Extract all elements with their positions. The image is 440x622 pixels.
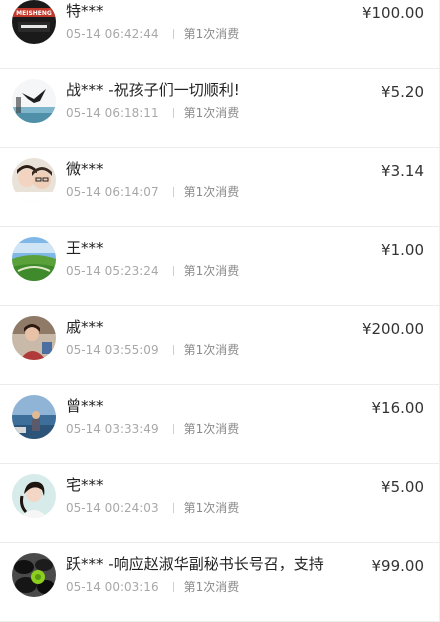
record-time: 05-14 06:14:07: [66, 185, 159, 199]
couple-photo-avatar: [12, 158, 56, 202]
grassland-avatar: [12, 237, 56, 281]
eagle-ink-avatar: [12, 79, 56, 123]
meta-divider: [172, 503, 174, 513]
donation-amount: ¥16.00: [371, 399, 425, 417]
meta-divider: [172, 266, 174, 276]
meta-divider: [172, 582, 174, 592]
record-meta: 05-14 05:23:24 第1次消费: [66, 263, 239, 279]
donor-name-line: 微***: [66, 159, 346, 179]
meta-divider: [172, 29, 174, 39]
donor-message: -祝孩子们一切顺利!: [108, 81, 240, 99]
purchase-count: 第1次消费: [183, 422, 240, 436]
record-row[interactable]: 微*** 05-14 06:14:07 第1次消费 ¥3.14: [0, 148, 439, 227]
record-row[interactable]: MEISHENG 特*** 05-14 06:42:44 第1次消费 ¥100.0…: [0, 0, 439, 69]
donation-amount: ¥1.00: [381, 241, 424, 259]
stones-flower-avatar: [12, 553, 56, 597]
record-meta: 05-14 06:18:11 第1次消费: [66, 105, 239, 121]
record-meta: 05-14 03:55:09 第1次消费: [66, 342, 239, 358]
girl-portrait-avatar: [12, 474, 56, 518]
donor-name: 微***: [66, 160, 104, 178]
record-time: 05-14 06:42:44: [66, 27, 159, 41]
donor-name-line: 宅***: [66, 475, 346, 495]
purchase-count: 第1次消费: [183, 185, 240, 199]
record-row[interactable]: 宅*** 05-14 00:24:03 第1次消费 ¥5.00: [0, 464, 439, 543]
purchase-count: 第1次消费: [183, 343, 240, 357]
donor-name-line: 曾***: [66, 396, 346, 416]
donation-amount: ¥200.00: [361, 320, 424, 338]
record-time: 05-14 03:33:49: [66, 422, 159, 436]
woman-portrait-avatar: [12, 316, 56, 360]
donor-name: 戚***: [66, 318, 104, 336]
purchase-count: 第1次消费: [183, 580, 240, 594]
record-time: 05-14 06:18:11: [66, 106, 159, 120]
donor-name-line: 跃*** -响应赵淑华副秘书长号召，支持: [66, 554, 346, 574]
brand-logo-avatar: MEISHENG: [12, 0, 56, 44]
record-meta: 05-14 03:33:49 第1次消费: [66, 421, 239, 437]
donation-amount: ¥99.00: [371, 557, 425, 575]
donation-amount: ¥100.00: [361, 4, 424, 22]
record-row[interactable]: 跃*** -响应赵淑华副秘书长号召，支持 05-14 00:03:16 第1次消费…: [0, 543, 439, 622]
meta-divider: [172, 187, 174, 197]
donor-name: 王***: [66, 239, 104, 257]
purchase-count: 第1次消费: [183, 501, 240, 515]
meta-divider: [172, 345, 174, 355]
donor-name-line: 战*** -祝孩子们一切顺利!: [66, 80, 346, 100]
donor-name-line: 特***: [66, 1, 346, 21]
purchase-count: 第1次消费: [183, 106, 240, 120]
donor-name: 特***: [66, 2, 104, 20]
donor-name-line: 戚***: [66, 317, 346, 337]
donation-record-list: MEISHENG 特*** 05-14 06:42:44 第1次消费 ¥100.0…: [0, 0, 440, 622]
record-meta: 05-14 06:14:07 第1次消费: [66, 184, 239, 200]
donation-amount: ¥5.20: [381, 83, 424, 101]
record-time: 05-14 03:55:09: [66, 343, 159, 357]
record-row[interactable]: 戚*** 05-14 03:55:09 第1次消费 ¥200.00: [0, 306, 439, 385]
meta-divider: [172, 424, 174, 434]
record-meta: 05-14 00:24:03 第1次消费: [66, 500, 239, 516]
donor-name-line: 王***: [66, 238, 346, 258]
record-time: 05-14 00:24:03: [66, 501, 159, 515]
meta-divider: [172, 108, 174, 118]
seaside-person-avatar: [12, 395, 56, 439]
record-meta: 05-14 00:03:16 第1次消费: [66, 579, 239, 595]
record-time: 05-14 00:03:16: [66, 580, 159, 594]
record-time: 05-14 05:23:24: [66, 264, 159, 278]
donation-amount: ¥3.14: [381, 162, 424, 180]
record-meta: 05-14 06:42:44 第1次消费: [66, 26, 239, 42]
purchase-count: 第1次消费: [183, 27, 240, 41]
record-row[interactable]: 战*** -祝孩子们一切顺利! 05-14 06:18:11 第1次消费 ¥5.2…: [0, 69, 439, 148]
record-row[interactable]: 曾*** 05-14 03:33:49 第1次消费 ¥16.00: [0, 385, 439, 464]
donor-message: -响应赵淑华副秘书长号召，支持: [108, 555, 324, 573]
record-row[interactable]: 王*** 05-14 05:23:24 第1次消费 ¥1.00: [0, 227, 439, 306]
svg-text:MEISHENG: MEISHENG: [16, 10, 52, 17]
donation-amount: ¥5.00: [381, 478, 424, 496]
purchase-count: 第1次消费: [183, 264, 240, 278]
donor-name: 跃***: [66, 555, 104, 573]
donor-name: 战***: [66, 81, 104, 99]
donor-name: 宅***: [66, 476, 104, 494]
donor-name: 曾***: [66, 397, 104, 415]
